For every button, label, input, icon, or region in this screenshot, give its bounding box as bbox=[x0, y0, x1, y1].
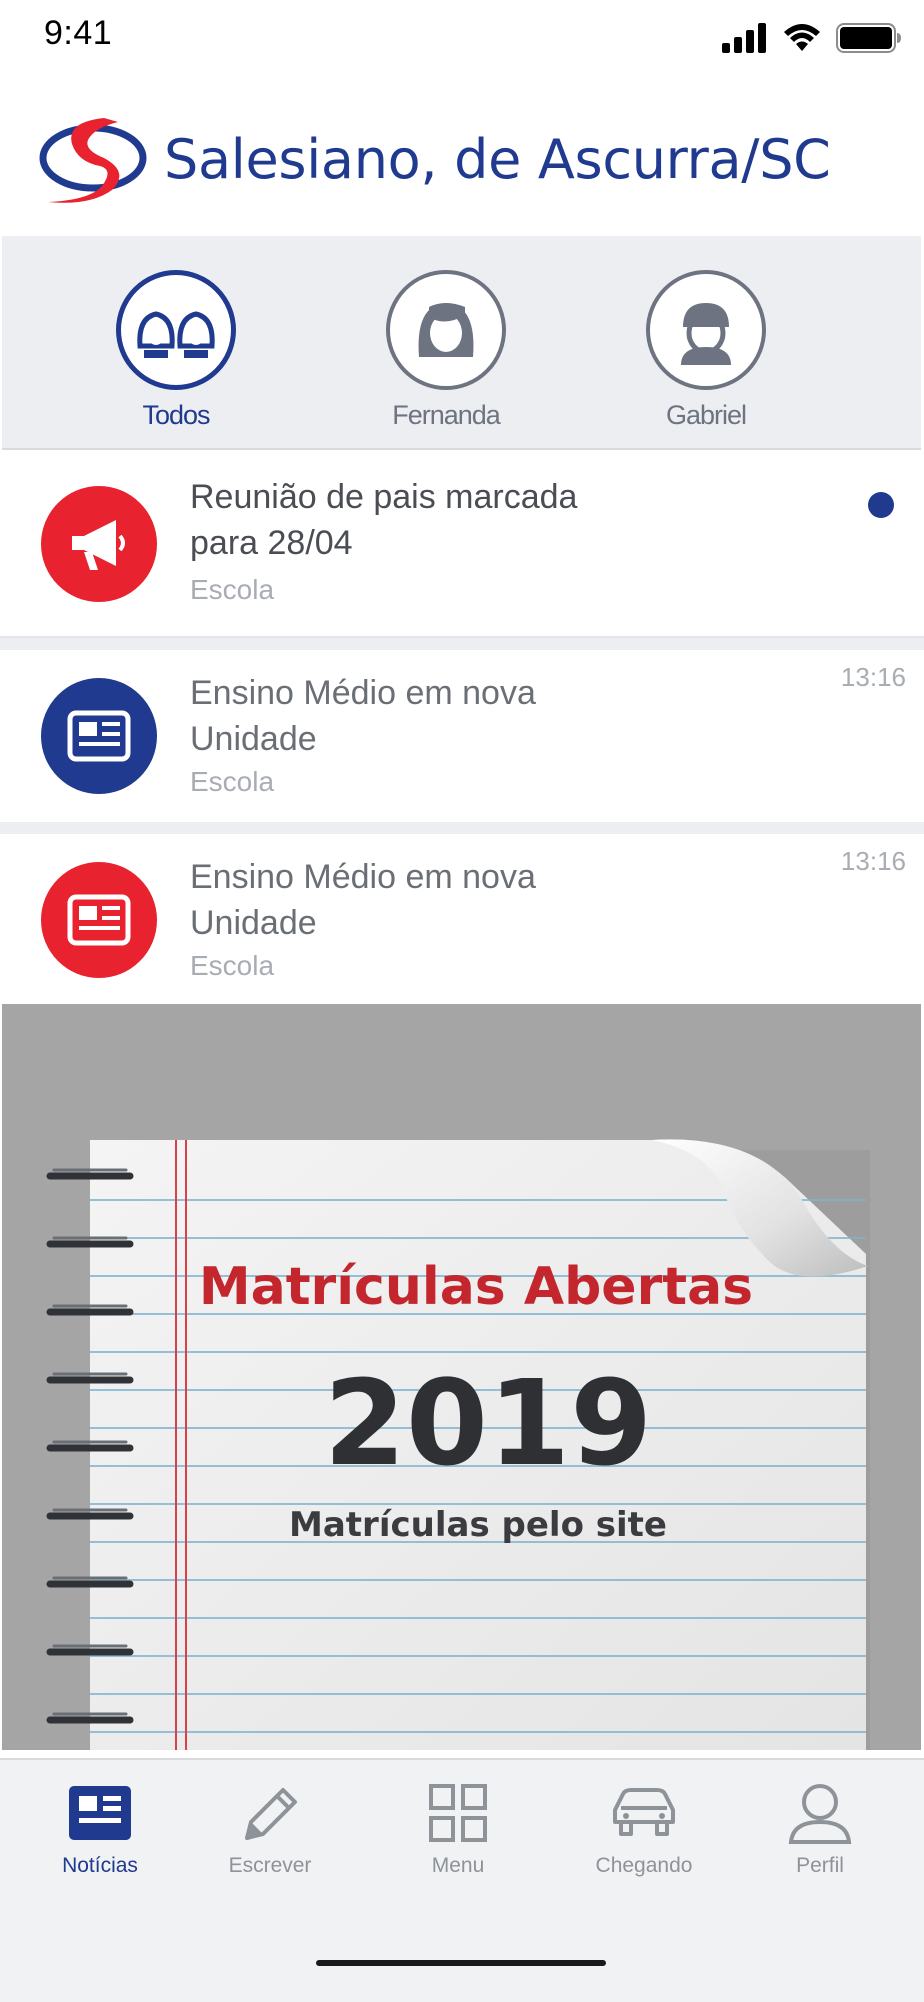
tab-bar: Notícias Escrever Menu Chegando Perfil bbox=[0, 1758, 924, 2002]
tab-perfil[interactable]: Perfil bbox=[750, 1780, 890, 1878]
profile-label: Todos bbox=[142, 400, 210, 430]
banner-year: 2019 bbox=[324, 1354, 652, 1492]
profile-label: Fernanda bbox=[392, 400, 501, 430]
megaphone-icon bbox=[41, 486, 157, 602]
profile-fernanda[interactable]: Fernanda bbox=[376, 270, 516, 440]
news-title-line2: Unidade bbox=[190, 720, 317, 758]
wifi-icon bbox=[784, 24, 820, 51]
news-title-line2: Unidade bbox=[190, 904, 317, 942]
news-time: 13:16 bbox=[840, 846, 906, 876]
car-icon bbox=[613, 1788, 675, 1836]
tab-noticias[interactable]: Notícias bbox=[30, 1780, 170, 1878]
banner-subline: Matrículas pelo site bbox=[289, 1505, 667, 1545]
boy-avatar-icon bbox=[646, 270, 766, 390]
news-title-line1: Ensino Médio em nova bbox=[190, 674, 536, 712]
grid-icon bbox=[429, 1784, 487, 1842]
banner-headline: Matrículas Abertas bbox=[199, 1257, 753, 1317]
news-title: Reunião de pais marcada para 28/04 bbox=[190, 474, 710, 566]
news-title-line1: Reunião de pais marcada bbox=[190, 478, 578, 516]
newspaper-icon bbox=[69, 1786, 131, 1840]
person-icon bbox=[788, 1784, 852, 1844]
list-separator bbox=[0, 638, 924, 650]
group-avatar-icon bbox=[116, 270, 236, 390]
news-item[interactable]: Ensino Médio em nova Unidade Escola 13:1… bbox=[0, 834, 924, 1004]
tab-label: Escrever bbox=[228, 1854, 312, 1877]
enrollment-banner[interactable]: Matrículas Abertas 2019 Matrículas pelo … bbox=[2, 1004, 921, 1750]
news-title-line2: para 28/04 bbox=[190, 524, 353, 562]
home-indicator bbox=[316, 1960, 606, 1966]
news-title: Ensino Médio em nova Unidade bbox=[190, 670, 710, 762]
tab-label: Perfil bbox=[796, 1854, 844, 1877]
app-title: Salesiano, de Ascurra/SC bbox=[164, 128, 831, 191]
tab-chegando[interactable]: Chegando bbox=[574, 1780, 714, 1878]
list-separator bbox=[0, 822, 924, 834]
news-source: Escola bbox=[190, 574, 275, 605]
status-icons bbox=[722, 18, 902, 58]
profile-gabriel[interactable]: Gabriel bbox=[636, 270, 776, 440]
unread-indicator bbox=[868, 492, 894, 518]
tab-label: Menu bbox=[431, 1854, 485, 1877]
newspaper-icon bbox=[41, 862, 157, 978]
status-bar: 9:41 bbox=[0, 0, 924, 72]
pencil-icon bbox=[245, 1788, 297, 1840]
signal-icon bbox=[722, 23, 766, 53]
girl-avatar-icon bbox=[386, 270, 506, 390]
news-title-line1: Ensino Médio em nova bbox=[190, 858, 536, 896]
news-item[interactable]: Reunião de pais marcada para 28/04 Escol… bbox=[0, 450, 924, 638]
tab-menu[interactable]: Menu bbox=[388, 1780, 528, 1878]
profile-todos[interactable]: Todos bbox=[106, 270, 246, 440]
news-time: 13:16 bbox=[840, 662, 906, 692]
tab-label: Chegando bbox=[595, 1854, 693, 1877]
tab-escrever[interactable]: Escrever bbox=[200, 1780, 340, 1878]
status-time: 9:41 bbox=[44, 14, 113, 52]
profile-selector: Todos Fernanda Gabriel bbox=[2, 236, 921, 450]
salesiano-logo bbox=[39, 118, 147, 203]
profile-label: Gabriel bbox=[665, 400, 747, 430]
app-header: Salesiano, de Ascurra/SC bbox=[0, 100, 924, 230]
tab-label: Notícias bbox=[62, 1854, 138, 1877]
newspaper-icon bbox=[41, 678, 157, 794]
news-source: Escola bbox=[190, 950, 275, 981]
notebook-illustration: Matrículas Abertas 2019 Matrículas pelo … bbox=[46, 1139, 870, 1750]
news-source: Escola bbox=[190, 766, 275, 797]
news-item[interactable]: Ensino Médio em nova Unidade Escola 13:1… bbox=[0, 650, 924, 824]
battery-icon bbox=[836, 23, 901, 53]
news-title: Ensino Médio em nova Unidade bbox=[190, 854, 710, 946]
